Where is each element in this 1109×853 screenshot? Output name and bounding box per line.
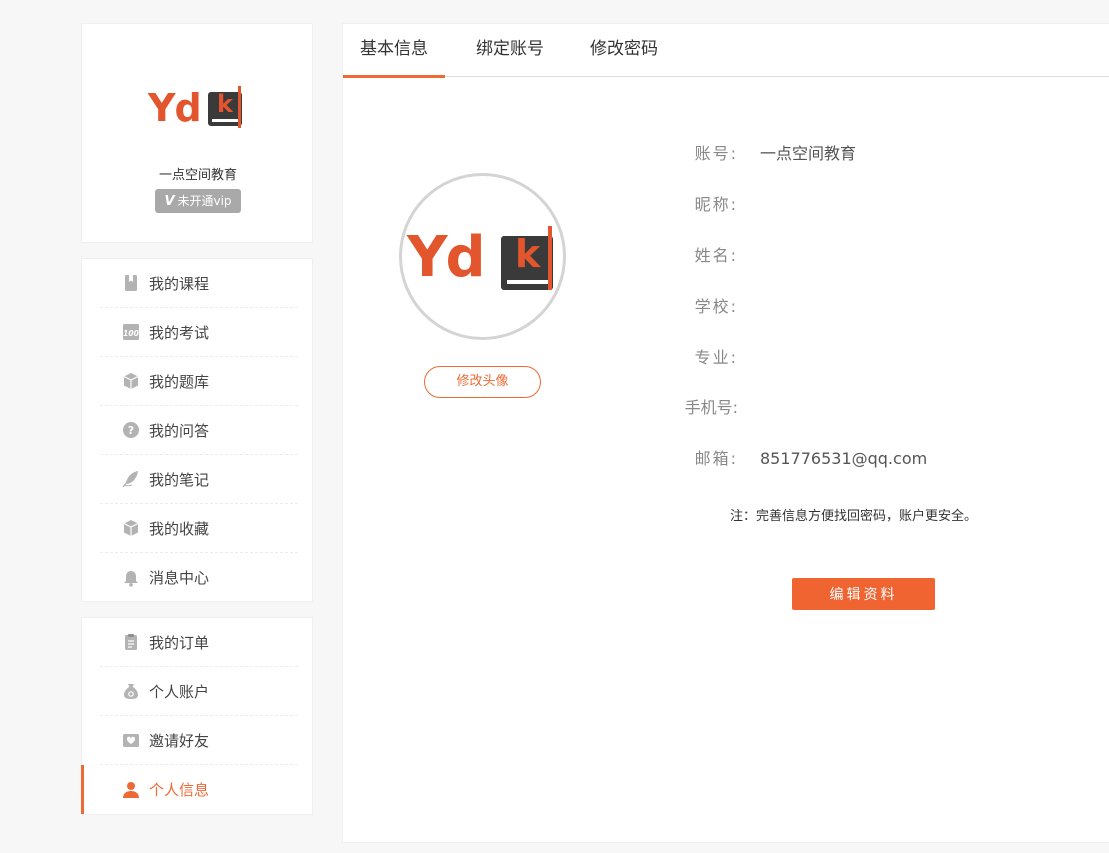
envelope-heart-icon bbox=[122, 731, 140, 749]
menu-item-personal-info[interactable]: 个人信息 bbox=[81, 765, 298, 814]
info-row-email: 邮箱: 851776531@qq.com bbox=[663, 447, 928, 471]
vip-icon: V bbox=[164, 194, 175, 209]
menu-label: 我的考试 bbox=[149, 323, 210, 342]
vip-label: 未开通vip bbox=[177, 194, 232, 208]
money-bag-icon bbox=[122, 682, 140, 700]
tab-bar: 基本信息 绑定账号 修改密码 bbox=[343, 24, 1109, 78]
avatar-logo: Yd k bbox=[405, 218, 563, 298]
info-label: 学校: bbox=[694, 297, 738, 316]
tab-change-password[interactable]: 修改密码 bbox=[579, 24, 669, 77]
bookmark-icon bbox=[122, 274, 140, 292]
svg-text:?: ? bbox=[128, 424, 134, 437]
profile-card: Yd k 一点空间教育 V 未开通vip bbox=[81, 23, 313, 243]
avatar: Yd k bbox=[399, 173, 566, 340]
menu-label: 我的收藏 bbox=[149, 519, 210, 538]
info-label: 姓名: bbox=[694, 246, 738, 265]
book-icon: k bbox=[208, 86, 242, 128]
book-icon: k bbox=[501, 226, 553, 290]
menu-item-notes[interactable]: 我的笔记 bbox=[100, 455, 298, 504]
clipboard-icon bbox=[122, 633, 140, 651]
box-icon bbox=[122, 519, 140, 537]
info-row-major: 专业: bbox=[663, 346, 738, 370]
menu-label: 我的笔记 bbox=[149, 470, 210, 489]
menu-item-invite-friends[interactable]: 邀请好友 bbox=[100, 716, 298, 765]
tab-bind-account[interactable]: 绑定账号 bbox=[465, 24, 555, 77]
info-label: 专业: bbox=[694, 348, 738, 367]
info-value: 851776531@qq.com bbox=[760, 449, 928, 468]
question-icon: ? bbox=[122, 421, 140, 439]
menu-label: 我的课程 bbox=[149, 274, 210, 293]
menu-item-courses[interactable]: 我的课程 bbox=[100, 259, 298, 308]
info-label: 账号: bbox=[694, 144, 738, 163]
menu-group-learning: 我的课程 100 我的考试 我的题库 ? 我的问答 我的笔记 我的收藏 消息中心 bbox=[81, 258, 313, 602]
info-row-nickname: 昵称: bbox=[663, 193, 738, 217]
menu-item-exams[interactable]: 100 我的考试 bbox=[100, 308, 298, 357]
tab-basic-info[interactable]: 基本信息 bbox=[343, 24, 445, 78]
menu-label: 我的订单 bbox=[149, 633, 210, 652]
bell-icon bbox=[122, 569, 140, 587]
menu-item-messages[interactable]: 消息中心 bbox=[100, 553, 298, 602]
change-avatar-button[interactable]: 修改头像 bbox=[424, 366, 541, 398]
menu-item-personal-account[interactable]: 个人账户 bbox=[100, 667, 298, 716]
logo-text: Yd bbox=[148, 86, 202, 130]
menu-item-orders[interactable]: 我的订单 bbox=[100, 618, 298, 667]
info-row-realname: 姓名: bbox=[663, 244, 738, 268]
menu-item-question-bank[interactable]: 我的题库 bbox=[100, 357, 298, 406]
svg-text:100: 100 bbox=[123, 329, 139, 338]
menu-label: 消息中心 bbox=[149, 569, 210, 587]
profile-name: 一点空间教育 bbox=[158, 168, 237, 183]
menu-label: 个人账户 bbox=[149, 682, 210, 701]
menu-label: 我的问答 bbox=[149, 421, 210, 440]
menu-label: 邀请好友 bbox=[149, 731, 210, 750]
exam-100-icon: 100 bbox=[122, 323, 140, 341]
menu-label: 个人信息 bbox=[149, 781, 210, 799]
security-note: 注：完善信息方便找回密码，账户更安全。 bbox=[730, 509, 978, 524]
menu-item-favorites[interactable]: 我的收藏 bbox=[100, 504, 298, 553]
info-label: 邮箱: bbox=[694, 449, 738, 468]
menu-label: 我的题库 bbox=[149, 372, 210, 391]
cube-icon bbox=[122, 372, 140, 390]
info-label: 昵称: bbox=[694, 195, 738, 214]
vip-badge[interactable]: V 未开通vip bbox=[155, 189, 241, 213]
brand-logo: Yd k bbox=[148, 80, 248, 132]
feather-pen-icon bbox=[122, 470, 140, 488]
info-row-phone: 手机号: bbox=[663, 396, 738, 420]
menu-group-account: 我的订单 个人账户 邀请好友 个人信息 bbox=[81, 617, 313, 815]
info-row-school: 学校: bbox=[663, 295, 738, 319]
user-icon bbox=[122, 781, 140, 799]
info-row-account: 账号: 一点空间教育 bbox=[663, 142, 856, 166]
main-panel: 基本信息 绑定账号 修改密码 Yd k 修改头像 账号: 一点空间教育 昵称: … bbox=[342, 23, 1109, 843]
edit-profile-button[interactable]: 编辑资料 bbox=[792, 578, 935, 610]
logo-text: Yd bbox=[407, 225, 486, 290]
menu-item-qa[interactable]: ? 我的问答 bbox=[100, 406, 298, 455]
info-label: 手机号: bbox=[684, 398, 738, 417]
info-value: 一点空间教育 bbox=[760, 144, 857, 163]
